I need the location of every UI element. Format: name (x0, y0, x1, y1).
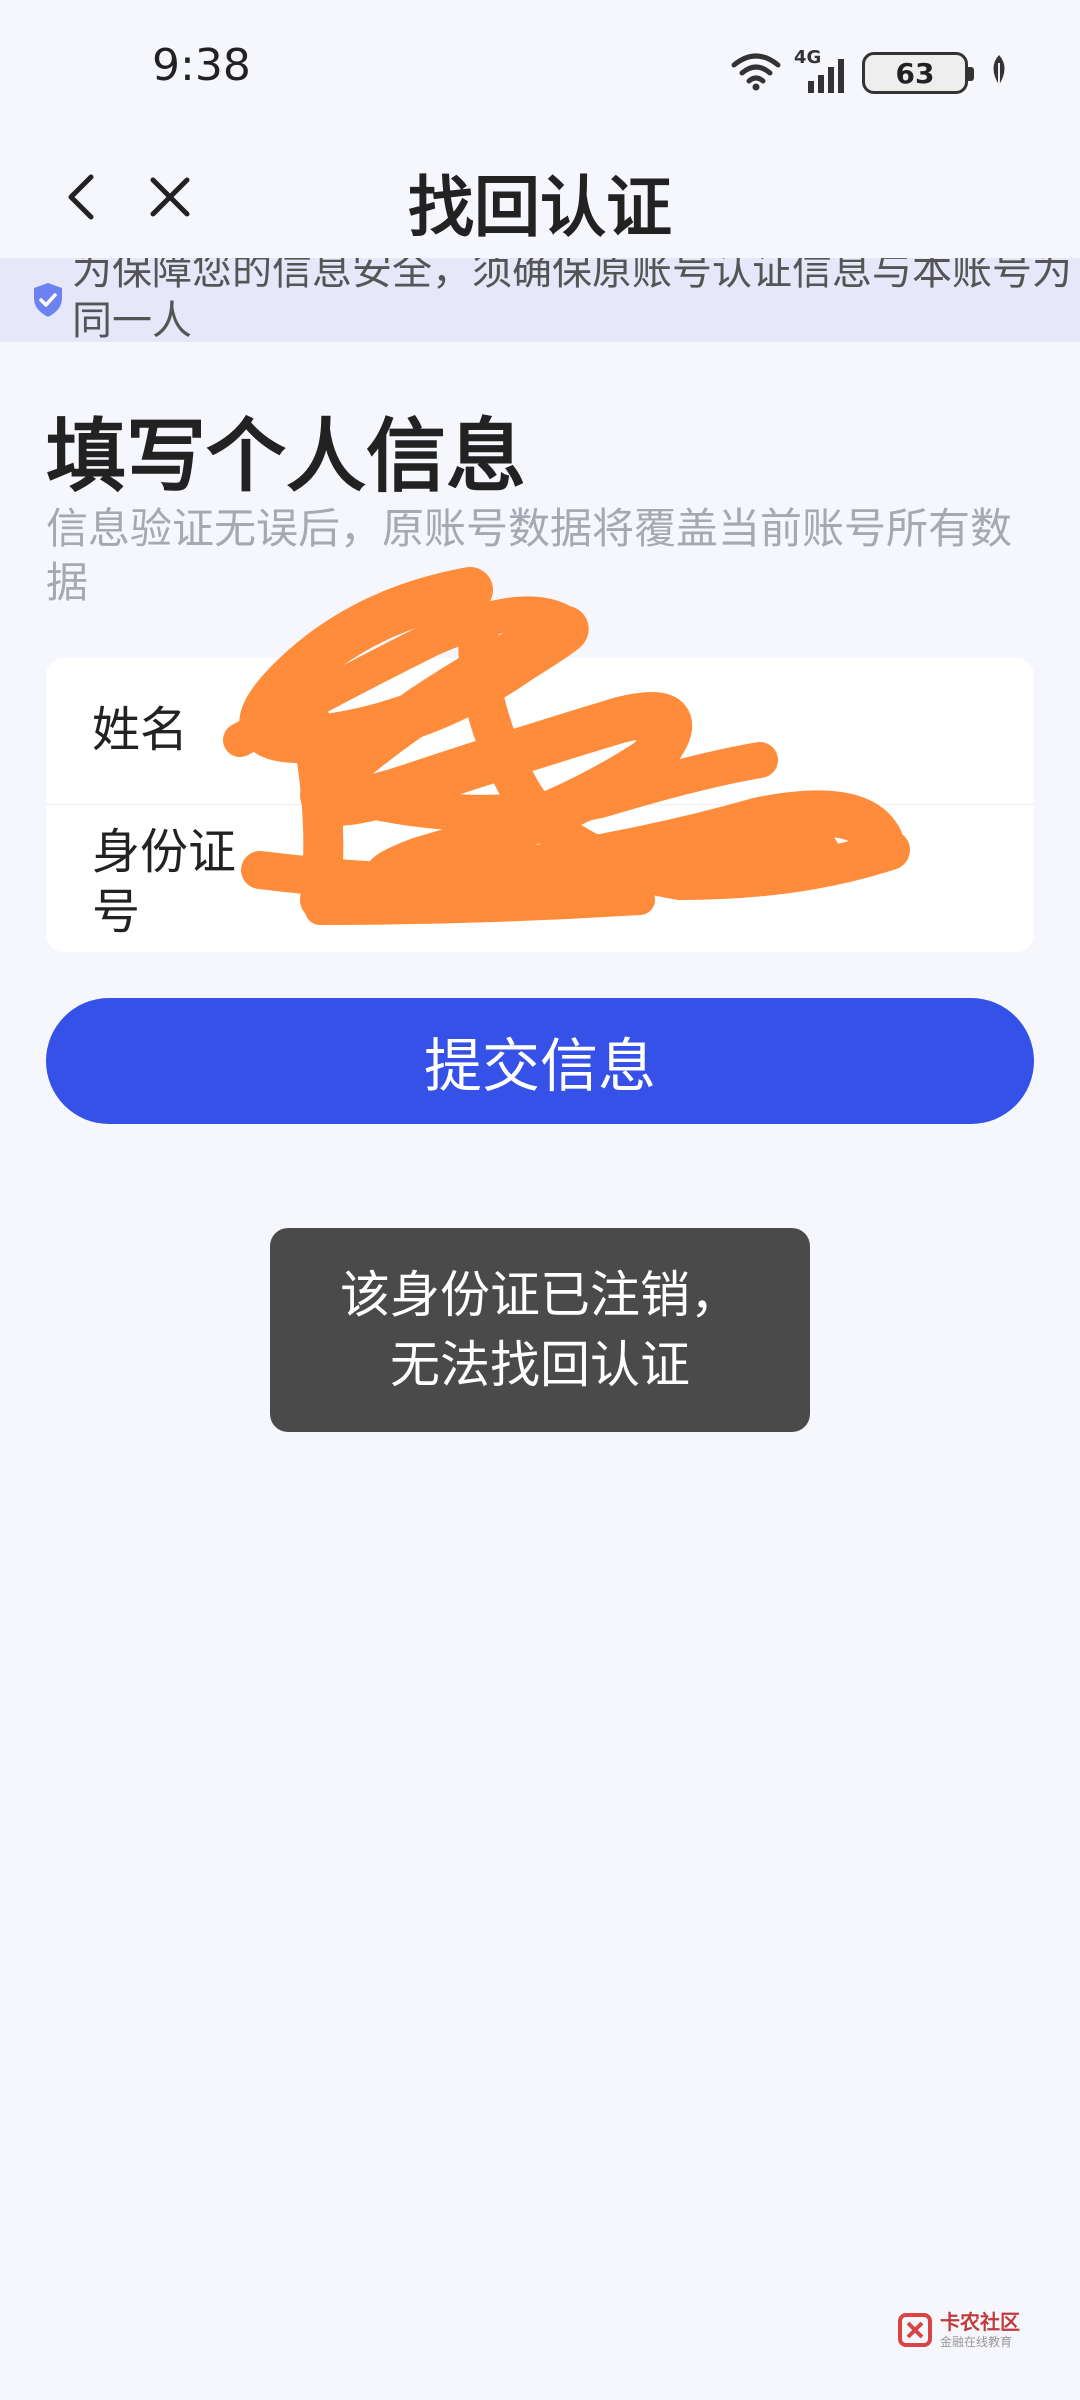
form-title: 填写个人信息 (46, 410, 526, 503)
battery-level: 63 (895, 56, 935, 90)
toast-line-1: 该身份证已注销， (340, 1266, 740, 1324)
status-bar: 9:38 4G 63 (0, 0, 1080, 140)
status-icons: 4G 63 (730, 47, 1010, 98)
name-label: 姓名 (92, 702, 189, 758)
leaf-icon (988, 53, 1010, 93)
watermark-title: 卡农社区 (940, 2310, 1020, 2334)
watermark-logo-icon (898, 2313, 932, 2347)
info-form: 姓名 身份证号 (46, 658, 1034, 952)
signal-icon: 4G (794, 47, 850, 95)
wifi-icon (730, 51, 782, 95)
id-label: 身份证号 (92, 824, 237, 940)
page-title: 找回认证 (408, 169, 672, 246)
redaction-scribble (223, 567, 910, 925)
security-notice: 为保障您的信息安全，须确保原账号认证信息与本账号为同一人 (0, 258, 1080, 342)
status-time: 9:38 (152, 40, 251, 91)
toast-line-2: 无法找回认证 (390, 1336, 690, 1394)
name-row[interactable]: 姓名 (46, 658, 1034, 805)
watermark: 卡农社区 金融在线教育 (898, 2310, 1020, 2350)
form-subtitle: 信息验证无误后，原账号数据将覆盖当前账号所有数据 (46, 504, 1013, 607)
watermark-subtitle: 金融在线教育 (940, 2335, 1013, 2349)
submit-button[interactable]: 提交信息 (46, 998, 1034, 1124)
notice-text: 为保障您的信息安全，须确保原账号认证信息与本账号为同一人 (72, 258, 1072, 342)
nav-bar: 找回认证 (0, 140, 1080, 260)
error-toast: 该身份证已注销， 无法找回认证 (270, 1228, 810, 1432)
battery-icon: 63 (862, 52, 974, 94)
shield-check-icon (34, 283, 62, 317)
id-row[interactable]: 身份证号 (46, 804, 1034, 952)
